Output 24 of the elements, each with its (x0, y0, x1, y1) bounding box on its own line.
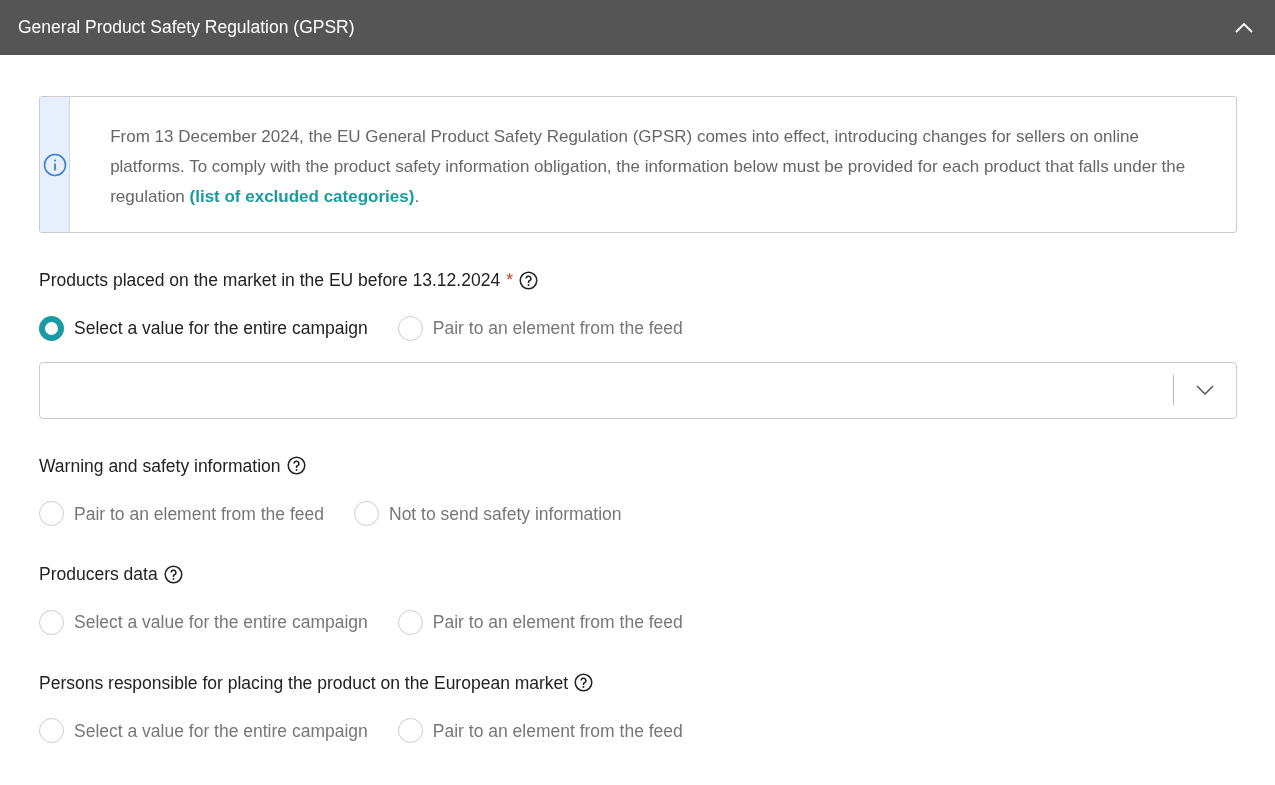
field-label: Persons responsible for placing the product on the European market (39, 671, 569, 695)
excluded-categories-link[interactable]: (list of excluded categories) (189, 187, 415, 206)
field-label: Products placed on the market in the EU before 13.12.2024 (39, 269, 501, 292)
radio-option[interactable]: Pair to an element from the feed (397, 717, 683, 744)
radio-option[interactable]: Pair to an element from the feed (397, 315, 683, 342)
help-icon[interactable] (518, 270, 538, 290)
notice-text: From 13 December 2024, the EU General Product Safety Regulation (GPSR) comes into effect, introducing changes for sellers on online platforms. To comply with the product safety information obligation, the information below must be provided for each product that falls under the regulation (list of excluded categories). (109, 126, 1187, 208)
help-icon[interactable] (163, 564, 183, 584)
help-icon[interactable] (286, 456, 306, 476)
radio-option[interactable]: Select a value for the entire campaign (39, 315, 368, 342)
radio-option[interactable]: Select a value for the entire campaign (39, 609, 368, 636)
chevron-up-icon (1235, 22, 1253, 33)
required-marker: * (506, 269, 513, 292)
field-label: Warning and safety information (39, 454, 281, 478)
caret-icon (1196, 385, 1214, 395)
panel-title: General Product Safety Regulation (GPSR) (18, 16, 355, 40)
radio-option[interactable]: Not to send safety information (354, 500, 622, 527)
help-icon[interactable] (574, 673, 594, 693)
select-field[interactable] (39, 361, 1237, 419)
radio-option[interactable]: Pair to an element from the feed (39, 500, 324, 527)
field-label: Producers data (39, 563, 158, 586)
info-icon (42, 152, 67, 177)
radio-option[interactable]: Pair to an element from the feed (397, 609, 683, 636)
radio-option[interactable]: Select a value for the entire campaign (39, 717, 368, 744)
